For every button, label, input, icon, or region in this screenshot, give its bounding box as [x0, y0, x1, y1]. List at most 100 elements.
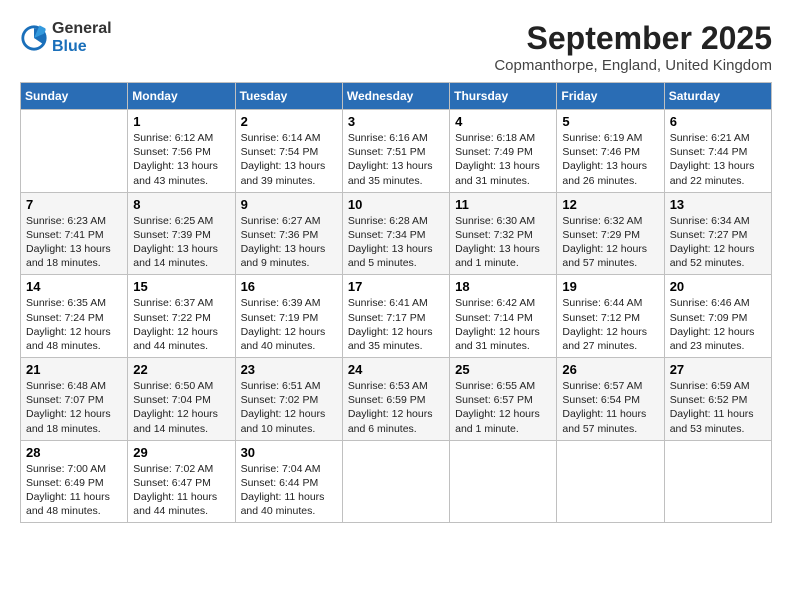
- day-number: 11: [455, 197, 551, 212]
- logo-blue: Blue: [52, 38, 112, 56]
- calendar-cell: 3 Sunrise: 6:16 AMSunset: 7:51 PMDaylight…: [342, 110, 449, 193]
- col-header-friday: Friday: [557, 83, 664, 110]
- cell-content: Sunrise: 6:53 AMSunset: 6:59 PMDaylight:…: [348, 379, 444, 436]
- calendar-cell: 17 Sunrise: 6:41 AMSunset: 7:17 PMDayligh…: [342, 275, 449, 358]
- day-number: 26: [562, 362, 658, 377]
- cell-content: Sunrise: 7:04 AMSunset: 6:44 PMDaylight:…: [241, 462, 337, 519]
- cell-content: Sunrise: 6:44 AMSunset: 7:12 PMDaylight:…: [562, 296, 658, 353]
- calendar-cell: 4 Sunrise: 6:18 AMSunset: 7:49 PMDaylight…: [450, 110, 557, 193]
- cell-content: Sunrise: 6:14 AMSunset: 7:54 PMDaylight:…: [241, 131, 337, 188]
- cell-content: Sunrise: 6:18 AMSunset: 7:49 PMDaylight:…: [455, 131, 551, 188]
- cell-content: Sunrise: 6:46 AMSunset: 7:09 PMDaylight:…: [670, 296, 766, 353]
- month-title: September 2025: [494, 20, 772, 57]
- cell-content: Sunrise: 6:50 AMSunset: 7:04 PMDaylight:…: [133, 379, 229, 436]
- calendar-cell: 20 Sunrise: 6:46 AMSunset: 7:09 PMDayligh…: [664, 275, 771, 358]
- col-header-sunday: Sunday: [21, 83, 128, 110]
- calendar-cell: 24 Sunrise: 6:53 AMSunset: 6:59 PMDayligh…: [342, 358, 449, 441]
- calendar-cell: 12 Sunrise: 6:32 AMSunset: 7:29 PMDayligh…: [557, 192, 664, 275]
- cell-content: Sunrise: 6:41 AMSunset: 7:17 PMDaylight:…: [348, 296, 444, 353]
- logo-text: General Blue: [52, 20, 112, 56]
- day-number: 24: [348, 362, 444, 377]
- location: Copmanthorpe, England, United Kingdom: [494, 57, 772, 74]
- title-area: September 2025 Copmanthorpe, England, Un…: [494, 20, 772, 74]
- cell-content: Sunrise: 6:35 AMSunset: 7:24 PMDaylight:…: [26, 296, 122, 353]
- cell-content: Sunrise: 6:34 AMSunset: 7:27 PMDaylight:…: [670, 214, 766, 271]
- calendar-cell: 28Sunrise: 7:00 AMSunset: 6:49 PMDayligh…: [21, 440, 128, 523]
- day-number: 30: [241, 445, 337, 460]
- calendar-cell: 27 Sunrise: 6:59 AMSunset: 6:52 PMDayligh…: [664, 358, 771, 441]
- day-number: 21: [26, 362, 122, 377]
- cell-content: Sunrise: 7:02 AMSunset: 6:47 PMDaylight:…: [133, 462, 229, 519]
- calendar-cell: 18 Sunrise: 6:42 AMSunset: 7:14 PMDayligh…: [450, 275, 557, 358]
- day-number: 27: [670, 362, 766, 377]
- cell-content: Sunrise: 6:23 AMSunset: 7:41 PMDaylight:…: [26, 214, 122, 271]
- calendar-cell: 23Sunrise: 6:51 AMSunset: 7:02 PMDayligh…: [235, 358, 342, 441]
- day-number: 14: [26, 279, 122, 294]
- day-number: 17: [348, 279, 444, 294]
- calendar-cell: 26 Sunrise: 6:57 AMSunset: 6:54 PMDayligh…: [557, 358, 664, 441]
- cell-content: Sunrise: 6:27 AMSunset: 7:36 PMDaylight:…: [241, 214, 337, 271]
- cell-content: Sunrise: 6:51 AMSunset: 7:02 PMDaylight:…: [241, 379, 337, 436]
- col-header-thursday: Thursday: [450, 83, 557, 110]
- day-number: 7: [26, 197, 122, 212]
- calendar-cell: 5Sunrise: 6:19 AMSunset: 7:46 PMDaylight…: [557, 110, 664, 193]
- col-header-tuesday: Tuesday: [235, 83, 342, 110]
- calendar-cell: 9 Sunrise: 6:27 AMSunset: 7:36 PMDaylight…: [235, 192, 342, 275]
- day-number: 22: [133, 362, 229, 377]
- cell-content: Sunrise: 6:16 AMSunset: 7:51 PMDaylight:…: [348, 131, 444, 188]
- page-header: General Blue September 2025 Copmanthorpe…: [20, 20, 772, 74]
- col-header-monday: Monday: [128, 83, 235, 110]
- calendar-cell: [664, 440, 771, 523]
- calendar-cell: 29 Sunrise: 7:02 AMSunset: 6:47 PMDayligh…: [128, 440, 235, 523]
- day-number: 5: [562, 114, 658, 129]
- cell-content: Sunrise: 6:42 AMSunset: 7:14 PMDaylight:…: [455, 296, 551, 353]
- calendar-cell: 13Sunrise: 6:34 AMSunset: 7:27 PMDayligh…: [664, 192, 771, 275]
- cell-content: Sunrise: 6:55 AMSunset: 6:57 PMDaylight:…: [455, 379, 551, 436]
- calendar-cell: 19Sunrise: 6:44 AMSunset: 7:12 PMDayligh…: [557, 275, 664, 358]
- day-number: 12: [562, 197, 658, 212]
- cell-content: Sunrise: 6:32 AMSunset: 7:29 PMDaylight:…: [562, 214, 658, 271]
- week-row-2: 7 Sunrise: 6:23 AMSunset: 7:41 PMDaylight…: [21, 192, 772, 275]
- header-row: SundayMondayTuesdayWednesdayThursdayFrid…: [21, 83, 772, 110]
- calendar-cell: 1Sunrise: 6:12 AMSunset: 7:56 PMDaylight…: [128, 110, 235, 193]
- logo-general: General: [52, 20, 112, 38]
- calendar-cell: 11Sunrise: 6:30 AMSunset: 7:32 PMDayligh…: [450, 192, 557, 275]
- cell-content: Sunrise: 6:37 AMSunset: 7:22 PMDaylight:…: [133, 296, 229, 353]
- cell-content: Sunrise: 7:00 AMSunset: 6:49 PMDaylight:…: [26, 462, 122, 519]
- calendar-cell: [342, 440, 449, 523]
- day-number: 9: [241, 197, 337, 212]
- week-row-4: 21 Sunrise: 6:48 AMSunset: 7:07 PMDayligh…: [21, 358, 772, 441]
- cell-content: Sunrise: 6:39 AMSunset: 7:19 PMDaylight:…: [241, 296, 337, 353]
- cell-content: Sunrise: 6:28 AMSunset: 7:34 PMDaylight:…: [348, 214, 444, 271]
- calendar-cell: 30 Sunrise: 7:04 AMSunset: 6:44 PMDayligh…: [235, 440, 342, 523]
- cell-content: Sunrise: 6:48 AMSunset: 7:07 PMDaylight:…: [26, 379, 122, 436]
- calendar-cell: 10 Sunrise: 6:28 AMSunset: 7:34 PMDayligh…: [342, 192, 449, 275]
- calendar-cell: 7 Sunrise: 6:23 AMSunset: 7:41 PMDaylight…: [21, 192, 128, 275]
- day-number: 1: [133, 114, 229, 129]
- calendar-cell: 2 Sunrise: 6:14 AMSunset: 7:54 PMDaylight…: [235, 110, 342, 193]
- calendar-cell: 25Sunrise: 6:55 AMSunset: 6:57 PMDayligh…: [450, 358, 557, 441]
- cell-content: Sunrise: 6:57 AMSunset: 6:54 PMDaylight:…: [562, 379, 658, 436]
- day-number: 2: [241, 114, 337, 129]
- day-number: 29: [133, 445, 229, 460]
- day-number: 20: [670, 279, 766, 294]
- day-number: 10: [348, 197, 444, 212]
- calendar-cell: 14 Sunrise: 6:35 AMSunset: 7:24 PMDayligh…: [21, 275, 128, 358]
- col-header-wednesday: Wednesday: [342, 83, 449, 110]
- day-number: 4: [455, 114, 551, 129]
- calendar-cell: 21 Sunrise: 6:48 AMSunset: 7:07 PMDayligh…: [21, 358, 128, 441]
- logo-icon: [20, 24, 48, 52]
- day-number: 3: [348, 114, 444, 129]
- day-number: 18: [455, 279, 551, 294]
- logo: General Blue: [20, 20, 112, 56]
- cell-content: Sunrise: 6:25 AMSunset: 7:39 PMDaylight:…: [133, 214, 229, 271]
- week-row-5: 28Sunrise: 7:00 AMSunset: 6:49 PMDayligh…: [21, 440, 772, 523]
- day-number: 8: [133, 197, 229, 212]
- calendar-cell: 6Sunrise: 6:21 AMSunset: 7:44 PMDaylight…: [664, 110, 771, 193]
- day-number: 15: [133, 279, 229, 294]
- calendar-cell: 16Sunrise: 6:39 AMSunset: 7:19 PMDayligh…: [235, 275, 342, 358]
- cell-content: Sunrise: 6:59 AMSunset: 6:52 PMDaylight:…: [670, 379, 766, 436]
- calendar-cell: [21, 110, 128, 193]
- week-row-1: 1Sunrise: 6:12 AMSunset: 7:56 PMDaylight…: [21, 110, 772, 193]
- calendar-cell: [450, 440, 557, 523]
